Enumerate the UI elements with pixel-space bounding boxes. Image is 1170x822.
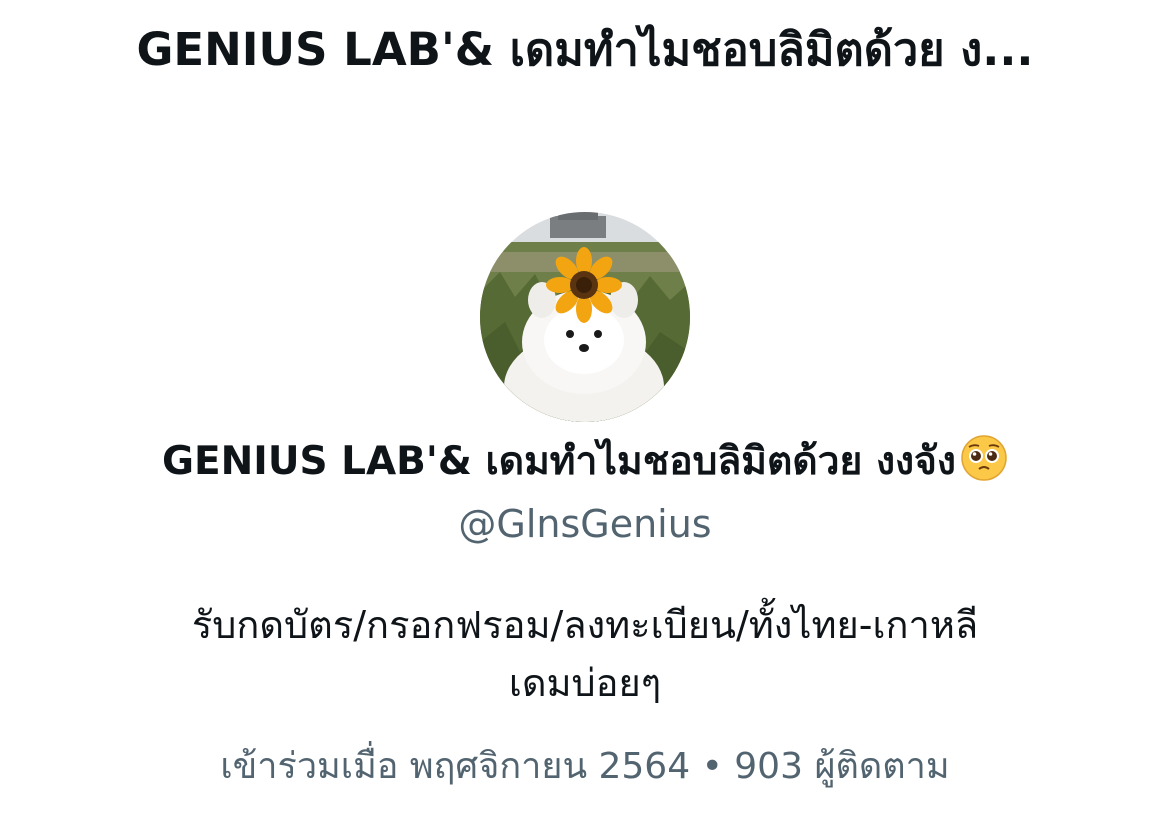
bio-line: รับกดบัตร/กรอกฟรอม/ลงทะเบียน/ทั้งไทย-เกา… (191, 603, 979, 647)
pleading-face-icon (961, 435, 1007, 481)
profile-meta: เข้าร่วมเมื่อ พฤศจิกายน 2564 • 903 ผู้ติ… (0, 738, 1170, 796)
avatar[interactable] (480, 212, 690, 422)
followers-link[interactable]: 903 ผู้ติดตาม (734, 746, 949, 787)
dog-with-sunflower-avatar-icon (480, 212, 690, 422)
joined-date: เข้าร่วมเมื่อ พฤศจิกายน 2564 (220, 746, 691, 787)
display-name: GENIUS LAB'& เดมทำไมชอบลิมิตด้วย งงจัง (0, 432, 1170, 492)
followers-label: ผู้ติดตาม (814, 746, 950, 787)
followers-count: 903 (734, 746, 803, 787)
profile-bio: รับกดบัตร/กรอกฟรอม/ลงทะเบียน/ทั้งไทย-เกา… (0, 596, 1170, 712)
bio-line: เดมบ่อยๆ (508, 661, 662, 705)
profile-handle[interactable]: @GlnsGenius (0, 496, 1170, 552)
display-name-text: GENIUS LAB'& เดมทำไมชอบลิมิตด้วย งงจัง (162, 439, 956, 484)
meta-separator: • (701, 746, 723, 787)
page-title: GENIUS LAB'& เดมทำไมชอบลิมิตด้วย ง... (136, 23, 1034, 76)
profile-card: GENIUS LAB'& เดมทำไมชอบลิมิตด้วย ง... GE… (0, 0, 1170, 822)
